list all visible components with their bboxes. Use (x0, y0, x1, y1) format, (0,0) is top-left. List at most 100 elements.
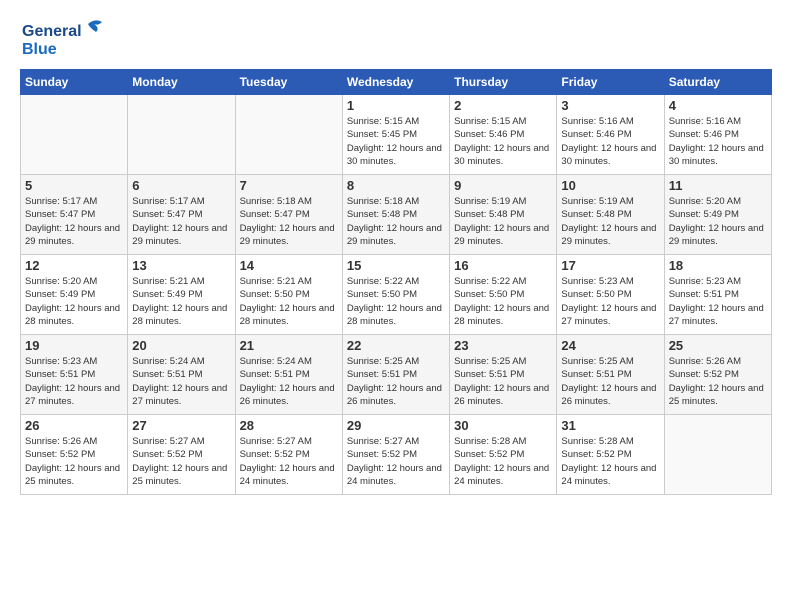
day-info: Sunrise: 5:16 AMSunset: 5:46 PMDaylight:… (561, 115, 659, 168)
calendar-table: SundayMondayTuesdayWednesdayThursdayFrid… (20, 69, 772, 495)
day-info: Sunrise: 5:22 AMSunset: 5:50 PMDaylight:… (454, 275, 552, 328)
weekday-header: Thursday (450, 70, 557, 95)
day-info: Sunrise: 5:16 AMSunset: 5:46 PMDaylight:… (669, 115, 767, 168)
day-info: Sunrise: 5:25 AMSunset: 5:51 PMDaylight:… (454, 355, 552, 408)
calendar-day-cell: 21 Sunrise: 5:24 AMSunset: 5:51 PMDayligh… (235, 335, 342, 415)
day-number: 26 (25, 418, 123, 433)
weekday-header: Tuesday (235, 70, 342, 95)
day-info: Sunrise: 5:26 AMSunset: 5:52 PMDaylight:… (25, 435, 123, 488)
calendar-day-cell: 29 Sunrise: 5:27 AMSunset: 5:52 PMDayligh… (342, 415, 449, 495)
day-info: Sunrise: 5:23 AMSunset: 5:50 PMDaylight:… (561, 275, 659, 328)
calendar-week-row: 26 Sunrise: 5:26 AMSunset: 5:52 PMDayligh… (21, 415, 772, 495)
day-number: 7 (240, 178, 338, 193)
calendar-day-cell: 27Sunrise: 5:27 AMSunset: 5:52 PMDayligh… (128, 415, 235, 495)
calendar-day-cell: 23 Sunrise: 5:25 AMSunset: 5:51 PMDayligh… (450, 335, 557, 415)
calendar-week-row: 12 Sunrise: 5:20 AMSunset: 5:49 PMDayligh… (21, 255, 772, 335)
calendar-day-cell: 19 Sunrise: 5:23 AMSunset: 5:51 PMDayligh… (21, 335, 128, 415)
calendar-day-cell: 7 Sunrise: 5:18 AMSunset: 5:47 PMDaylight… (235, 175, 342, 255)
day-info: Sunrise: 5:19 AMSunset: 5:48 PMDaylight:… (561, 195, 659, 248)
day-info: Sunrise: 5:17 AMSunset: 5:47 PMDaylight:… (25, 195, 123, 248)
day-info: Sunrise: 5:28 AMSunset: 5:52 PMDaylight:… (454, 435, 552, 488)
day-number: 8 (347, 178, 445, 193)
day-info: Sunrise: 5:19 AMSunset: 5:48 PMDaylight:… (454, 195, 552, 248)
svg-text:Blue: Blue (22, 41, 57, 58)
calendar-day-cell: 18 Sunrise: 5:23 AMSunset: 5:51 PMDayligh… (664, 255, 771, 335)
calendar-day-cell: 6Sunrise: 5:17 AMSunset: 5:47 PMDaylight… (128, 175, 235, 255)
weekday-header: Monday (128, 70, 235, 95)
day-info: Sunrise: 5:27 AMSunset: 5:52 PMDaylight:… (347, 435, 445, 488)
calendar-day-cell: 12 Sunrise: 5:20 AMSunset: 5:49 PMDayligh… (21, 255, 128, 335)
calendar-day-cell: 11 Sunrise: 5:20 AMSunset: 5:49 PMDayligh… (664, 175, 771, 255)
day-number: 23 (454, 338, 552, 353)
calendar-day-cell: 22 Sunrise: 5:25 AMSunset: 5:51 PMDayligh… (342, 335, 449, 415)
day-info: Sunrise: 5:25 AMSunset: 5:51 PMDaylight:… (347, 355, 445, 408)
calendar-day-cell: 3 Sunrise: 5:16 AMSunset: 5:46 PMDaylight… (557, 95, 664, 175)
calendar-day-cell: 16 Sunrise: 5:22 AMSunset: 5:50 PMDayligh… (450, 255, 557, 335)
calendar-day-cell (664, 415, 771, 495)
day-number: 17 (561, 258, 659, 273)
calendar-day-cell: 8 Sunrise: 5:18 AMSunset: 5:48 PMDaylight… (342, 175, 449, 255)
day-info: Sunrise: 5:23 AMSunset: 5:51 PMDaylight:… (25, 355, 123, 408)
page-header: General Blue (20, 16, 772, 65)
calendar-day-cell: 9 Sunrise: 5:19 AMSunset: 5:48 PMDaylight… (450, 175, 557, 255)
day-number: 16 (454, 258, 552, 273)
day-number: 31 (561, 418, 659, 433)
weekday-header: Saturday (664, 70, 771, 95)
day-info: Sunrise: 5:22 AMSunset: 5:50 PMDaylight:… (347, 275, 445, 328)
day-info: Sunrise: 5:17 AMSunset: 5:47 PMDaylight:… (132, 195, 230, 248)
calendar-day-cell: 14 Sunrise: 5:21 AMSunset: 5:50 PMDayligh… (235, 255, 342, 335)
calendar-day-cell: 20Sunrise: 5:24 AMSunset: 5:51 PMDayligh… (128, 335, 235, 415)
svg-text:General: General (22, 23, 82, 40)
day-number: 9 (454, 178, 552, 193)
day-info: Sunrise: 5:15 AMSunset: 5:45 PMDaylight:… (347, 115, 445, 168)
calendar-day-cell (128, 95, 235, 175)
day-number: 10 (561, 178, 659, 193)
calendar-week-row: 5 Sunrise: 5:17 AMSunset: 5:47 PMDaylight… (21, 175, 772, 255)
calendar-day-cell: 10 Sunrise: 5:19 AMSunset: 5:48 PMDayligh… (557, 175, 664, 255)
day-number: 4 (669, 98, 767, 113)
day-number: 5 (25, 178, 123, 193)
calendar-day-cell: 17 Sunrise: 5:23 AMSunset: 5:50 PMDayligh… (557, 255, 664, 335)
day-info: Sunrise: 5:15 AMSunset: 5:46 PMDaylight:… (454, 115, 552, 168)
calendar-day-cell: 25Sunrise: 5:26 AMSunset: 5:52 PMDayligh… (664, 335, 771, 415)
day-info: Sunrise: 5:18 AMSunset: 5:48 PMDaylight:… (347, 195, 445, 248)
day-number: 11 (669, 178, 767, 193)
calendar-day-cell: 24Sunrise: 5:25 AMSunset: 5:51 PMDayligh… (557, 335, 664, 415)
day-number: 22 (347, 338, 445, 353)
weekday-header: Wednesday (342, 70, 449, 95)
day-info: Sunrise: 5:28 AMSunset: 5:52 PMDaylight:… (561, 435, 659, 488)
day-info: Sunrise: 5:20 AMSunset: 5:49 PMDaylight:… (25, 275, 123, 328)
calendar-day-cell: 28 Sunrise: 5:27 AMSunset: 5:52 PMDayligh… (235, 415, 342, 495)
day-number: 3 (561, 98, 659, 113)
day-number: 18 (669, 258, 767, 273)
day-number: 20 (132, 338, 230, 353)
calendar-day-cell: 4 Sunrise: 5:16 AMSunset: 5:46 PMDaylight… (664, 95, 771, 175)
day-number: 28 (240, 418, 338, 433)
day-number: 29 (347, 418, 445, 433)
day-number: 15 (347, 258, 445, 273)
logo-svg: General Blue (20, 16, 110, 60)
day-number: 21 (240, 338, 338, 353)
day-number: 13 (132, 258, 230, 273)
day-info: Sunrise: 5:26 AMSunset: 5:52 PMDaylight:… (669, 355, 767, 408)
day-number: 30 (454, 418, 552, 433)
day-number: 14 (240, 258, 338, 273)
calendar-day-cell: 31 Sunrise: 5:28 AMSunset: 5:52 PMDayligh… (557, 415, 664, 495)
day-number: 2 (454, 98, 552, 113)
calendar-week-row: 1 Sunrise: 5:15 AMSunset: 5:45 PMDaylight… (21, 95, 772, 175)
day-info: Sunrise: 5:27 AMSunset: 5:52 PMDaylight:… (240, 435, 338, 488)
day-info: Sunrise: 5:21 AMSunset: 5:49 PMDaylight:… (132, 275, 230, 328)
day-number: 1 (347, 98, 445, 113)
calendar-day-cell: 1 Sunrise: 5:15 AMSunset: 5:45 PMDaylight… (342, 95, 449, 175)
weekday-header: Friday (557, 70, 664, 95)
day-info: Sunrise: 5:23 AMSunset: 5:51 PMDaylight:… (669, 275, 767, 328)
day-number: 12 (25, 258, 123, 273)
day-info: Sunrise: 5:21 AMSunset: 5:50 PMDaylight:… (240, 275, 338, 328)
day-info: Sunrise: 5:18 AMSunset: 5:47 PMDaylight:… (240, 195, 338, 248)
day-number: 19 (25, 338, 123, 353)
day-info: Sunrise: 5:20 AMSunset: 5:49 PMDaylight:… (669, 195, 767, 248)
day-info: Sunrise: 5:24 AMSunset: 5:51 PMDaylight:… (240, 355, 338, 408)
logo: General Blue (20, 16, 110, 65)
calendar-day-cell: 5 Sunrise: 5:17 AMSunset: 5:47 PMDaylight… (21, 175, 128, 255)
day-info: Sunrise: 5:25 AMSunset: 5:51 PMDaylight:… (561, 355, 659, 408)
